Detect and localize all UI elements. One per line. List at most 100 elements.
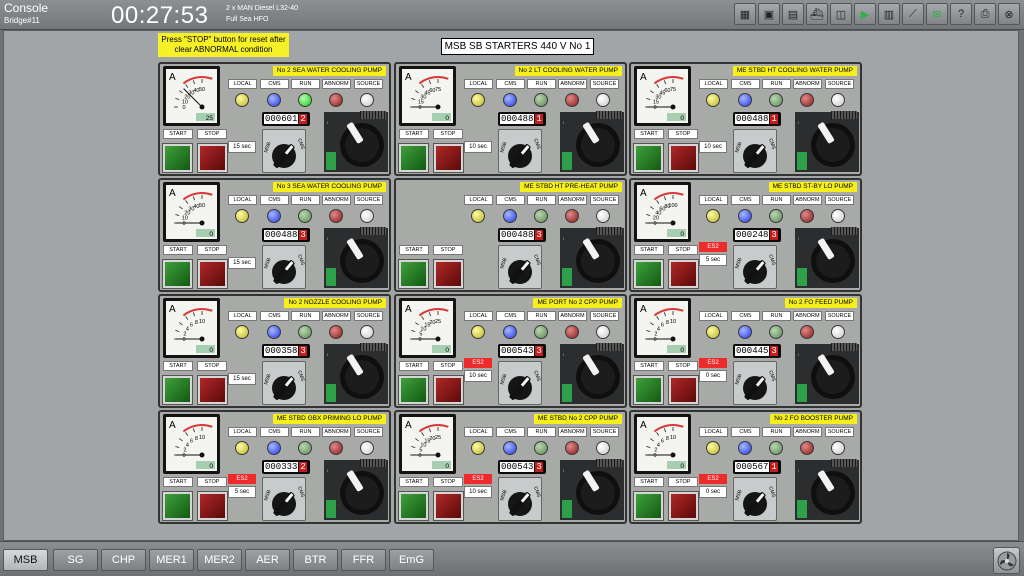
main-breaker-handle[interactable]: I [324,228,388,288]
msb-cms-selector-switch[interactable]: MSB CMS [733,361,777,405]
stop-button[interactable] [668,491,699,521]
map-icon[interactable]: ▦ [734,3,756,25]
stop-button[interactable] [668,375,699,405]
main-breaker-handle[interactable]: I [560,344,624,404]
msb-cms-selector-switch[interactable]: MSB CMS [733,477,777,521]
run-lamp [534,93,548,107]
restart-delay[interactable]: 10 sec [464,370,492,382]
stop-button[interactable] [197,491,228,521]
restart-delay[interactable]: 0 sec [699,370,727,382]
main-breaker-handle[interactable]: I [560,460,624,520]
msb-cms-selector-switch[interactable]: MSB CMS [733,129,777,173]
restart-delay[interactable]: 15 sec [228,373,256,385]
meter-reading: 0 [209,347,213,354]
vent-grille [360,343,386,351]
main-breaker-handle[interactable]: I [324,112,388,172]
stop-button[interactable] [668,259,699,289]
source-label: SOURCE [354,311,383,321]
main-breaker-handle[interactable]: I [560,228,624,288]
info-icon[interactable]: ▣ [758,3,780,25]
msb-cms-selector-switch[interactable]: MSB CMS [262,245,306,289]
tab-aer[interactable]: AER [245,549,290,571]
msb-cms-selector-switch[interactable]: MSB CMS [498,245,542,289]
restart-delay[interactable]: 10 sec [464,141,492,153]
stop-button[interactable] [197,375,228,405]
start-button[interactable] [162,375,193,405]
tab-mer2[interactable]: MER2 [197,549,242,571]
restart-delay[interactable]: 15 sec [228,141,256,153]
stop-button[interactable] [433,375,464,405]
meter-tick-label: 8 [195,436,198,442]
start-button[interactable] [162,491,193,521]
restart-delay[interactable]: 10 sec [699,141,727,153]
help-icon[interactable]: ? [950,3,972,25]
stop-button[interactable] [197,259,228,289]
stop-button[interactable] [433,491,464,521]
restart-delay[interactable]: 0 sec [699,486,727,498]
msb-cms-selector-switch[interactable]: MSB CMS [498,477,542,521]
tab-ffr[interactable]: FFR [341,549,386,571]
restart-delay[interactable]: 15 sec [228,257,256,269]
start-button[interactable] [398,491,429,521]
recorder-icon[interactable]: ◫ [830,3,852,25]
stop-button[interactable] [197,143,228,173]
start-button[interactable] [398,375,429,405]
tab-emg[interactable]: EmG [389,549,434,571]
abnorm-lamp [800,209,814,223]
start-button[interactable] [398,143,429,173]
restart-delay[interactable]: 5 sec [699,254,727,266]
restart-delay[interactable]: 10 sec [464,486,492,498]
start-button[interactable] [162,259,193,289]
main-breaker-handle[interactable]: I [795,228,859,288]
start-button[interactable] [633,491,664,521]
main-breaker-handle[interactable]: I [560,112,624,172]
cms-lamp [503,209,517,223]
tab-chp[interactable]: CHP [101,549,146,571]
screen-icon[interactable]: ▤ [782,3,804,25]
start-button[interactable] [633,259,664,289]
meter-tick-label: 0 [653,105,656,111]
msb-cms-selector-switch[interactable]: MSB CMS [262,477,306,521]
stop-button[interactable] [668,143,699,173]
trend-icon[interactable]: ⟋ [902,3,924,25]
tab-mer1[interactable]: MER1 [149,549,194,571]
ammeter: A 0 15 30 45 60 75 0 [634,66,691,126]
abnorm-lamp [565,441,579,455]
print-icon[interactable]: ⎙ [974,3,996,25]
main-breaker-handle[interactable]: I [324,344,388,404]
start-label: START [399,245,429,255]
msb-cms-selector-switch[interactable]: MSB CMS [262,361,306,405]
restart-delay[interactable]: 5 sec [228,486,256,498]
start-button[interactable] [398,259,429,289]
vent-grille [596,111,622,119]
reset-notice: Press "STOP" button for reset after clea… [158,33,289,57]
start-button[interactable] [633,143,664,173]
msb-cms-selector-switch[interactable]: MSB CMS [498,129,542,173]
svg-text:MSB: MSB [499,257,509,270]
start-button[interactable] [633,375,664,405]
main-breaker-handle[interactable]: I [795,112,859,172]
fan-icon[interactable] [993,547,1020,574]
stop-button[interactable] [433,259,464,289]
stop-button[interactable] [433,143,464,173]
msb-cms-selector-switch[interactable]: MSB CMS [733,245,777,289]
ammeter: A 0 2 4 6 8 10 0 [634,298,691,358]
ship-icon[interactable]: ⛴ [806,3,828,25]
abnorm-label: ABNORM [558,195,587,205]
msb-cms-selector-switch[interactable]: MSB CMS [498,361,542,405]
starter-panel: ME STBD HT PRE-HEAT PUMP LOCAL CMS RUN ABNOR… [394,178,627,292]
run-label: RUN [762,195,791,205]
msb-cms-selector-switch[interactable]: MSB CMS [262,129,306,173]
pump-name: No 2 FO BOOSTER PUMP [770,414,857,424]
power-icon[interactable]: ▶ [854,3,876,25]
chat-icon[interactable]: ✉ [926,3,948,25]
tab-sg[interactable]: SG [53,549,98,571]
tab-msb[interactable]: MSB [3,549,48,571]
gauge-icon[interactable]: ▥ [878,3,900,25]
exit-icon[interactable]: ⊗ [998,3,1020,25]
main-breaker-handle[interactable]: I [324,460,388,520]
main-breaker-handle[interactable]: I [795,344,859,404]
main-breaker-handle[interactable]: I [795,460,859,520]
start-button[interactable] [162,143,193,173]
tab-btr[interactable]: BTR [293,549,338,571]
